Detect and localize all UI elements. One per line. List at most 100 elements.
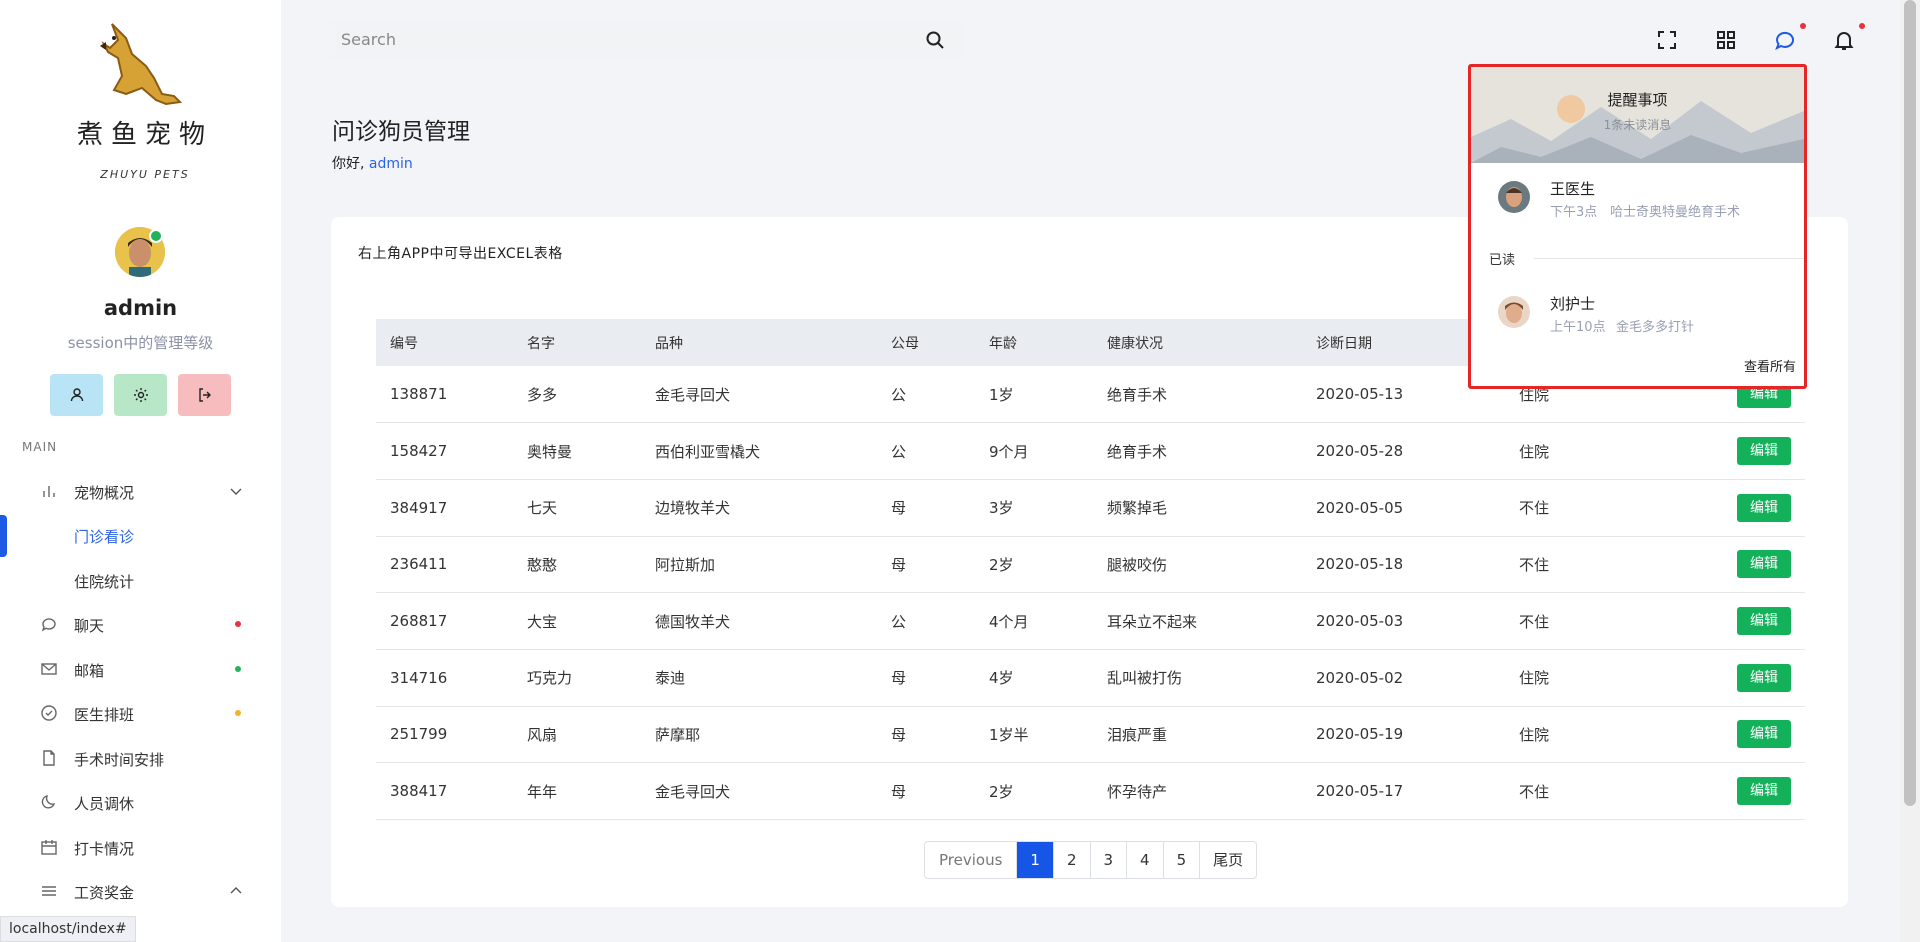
table-row: 158427 奥特曼 西伯利亚雪橇犬公 9个月 绝育手术 2020-05-28 住院 编辑 — [376, 422, 1805, 480]
edit-button[interactable]: 编辑 — [1737, 777, 1791, 806]
sidebar-item-salary[interactable]: 工资奖金 — [0, 871, 281, 911]
mountain-banner-icon — [1471, 67, 1804, 163]
bell-icon[interactable] — [1832, 28, 1856, 52]
table-action-cell: 编辑 — [1655, 706, 1805, 764]
table-action-cell: 编辑 — [1655, 592, 1805, 650]
table-cell: 频繁掉毛 — [1093, 479, 1302, 537]
pagination-page-5[interactable]: 5 — [1162, 842, 1200, 878]
sidebar-item-surgery-schedule[interactable]: 手术时间安排 — [0, 738, 281, 778]
notification-item[interactable]: 刘护士 上午10点 金毛多多打针 — [1471, 293, 1804, 343]
greeting-text: 你好, — [332, 156, 365, 172]
greeting-user[interactable]: admin — [369, 156, 413, 172]
sidebar-item-mail[interactable]: 邮箱 — [0, 649, 281, 689]
column-header: 名字 — [513, 319, 641, 366]
pagination-previous[interactable]: Previous — [925, 842, 1016, 878]
table-cell: 住院 — [1505, 422, 1655, 480]
sidebar-item-staff-leave[interactable]: 人员调休 — [0, 782, 281, 822]
avatar — [1498, 181, 1530, 213]
page-title: 问诊狗员管理 — [332, 119, 470, 145]
settings-button[interactable] — [114, 374, 167, 416]
table-cell: 边境牧羊犬 — [641, 479, 877, 537]
pagination-page-2[interactable]: 2 — [1052, 842, 1090, 878]
scrollbar[interactable] — [1900, 0, 1920, 942]
divider — [1534, 258, 1804, 259]
user-icon — [70, 388, 83, 402]
table-cell: 2020-05-05 — [1302, 479, 1505, 537]
apps-grid-icon[interactable] — [1714, 28, 1738, 52]
notification-item[interactable]: 王医生 下午3点 哈士奇奥特曼绝育手术 — [1471, 178, 1804, 228]
table-cell: 公 — [877, 592, 975, 650]
column-header: 健康状况 — [1093, 319, 1302, 366]
edit-button[interactable]: 编辑 — [1737, 663, 1791, 692]
active-indicator — [0, 515, 7, 557]
column-header: 公母 — [877, 319, 975, 366]
table-row: 384917 七天 边境牧羊犬母 3岁 频繁掉毛 2020-05-05 不住 编辑 — [376, 479, 1805, 537]
table-cell: 巧克力 — [513, 649, 641, 707]
sidebar-subitem-inpatient[interactable]: 住院统计 — [74, 571, 134, 592]
table-cell: 母 — [877, 479, 975, 537]
fullscreen-icon[interactable] — [1655, 28, 1679, 52]
table-cell: 公 — [877, 422, 975, 480]
table-action-cell: 编辑 — [1655, 536, 1805, 594]
sidebar-item-doctor-schedule[interactable]: 医生排班 — [0, 693, 281, 733]
search-icon[interactable] — [925, 30, 945, 50]
nav-section-label: MAIN — [22, 440, 58, 454]
table-cell: 耳朵立不起来 — [1093, 592, 1302, 650]
doctor-avatar-icon — [1498, 181, 1530, 213]
menu-lines-icon — [42, 886, 56, 896]
sidebar-item-attendance[interactable]: 打卡情况 — [0, 827, 281, 867]
pagination-last[interactable]: 尾页 — [1199, 842, 1256, 878]
edit-button[interactable]: 编辑 — [1737, 607, 1791, 636]
status-dot — [235, 621, 241, 627]
table-cell: 德国牧羊犬 — [641, 592, 877, 650]
messages-icon[interactable] — [1773, 28, 1797, 52]
search-bar — [329, 20, 963, 60]
notification-time: 下午3点 — [1550, 205, 1598, 220]
read-section-label: 已读 — [1489, 253, 1516, 268]
table-row: 314716 巧克力 泰迪母 4岁 乱叫被打伤 2020-05-02 住院 编辑 — [376, 649, 1805, 707]
table-cell: 1岁半 — [975, 706, 1093, 764]
table-cell: 泰迪 — [641, 649, 877, 707]
table-action-cell: 编辑 — [1655, 649, 1805, 707]
notifications-dropdown: 提醒事项 1条未读消息 王医生 下午3点 哈士奇奥特曼绝育手术 已读 刘护士 上… — [1468, 64, 1807, 389]
table-cell: 2020-05-28 — [1302, 422, 1505, 480]
table-cell: 金毛寻回犬 — [641, 762, 877, 820]
table-cell: 绝育手术 — [1093, 422, 1302, 480]
sidebar-item-label: 聊天 — [74, 617, 105, 635]
table-cell: 2020-05-02 — [1302, 649, 1505, 707]
edit-button[interactable]: 编辑 — [1737, 493, 1791, 522]
edit-button[interactable]: 编辑 — [1737, 437, 1791, 466]
notification-sender: 刘护士 — [1550, 295, 1596, 313]
table-cell: 多多 — [513, 366, 641, 424]
table-row: 251799 风扇 萨摩耶母 1岁半 泪痕严重 2020-05-19 住院 编辑 — [376, 706, 1805, 764]
sidebar-subitem-outpatient[interactable]: 门诊看诊 — [74, 526, 134, 547]
notifications-title: 提醒事项 — [1607, 91, 1668, 109]
column-header: 编号 — [376, 319, 513, 366]
table-cell: 母 — [877, 762, 975, 820]
table-cell: 住院 — [1505, 706, 1655, 764]
view-all-link[interactable]: 查看所有 — [1744, 356, 1796, 375]
pagination-page-4[interactable]: 4 — [1126, 842, 1163, 878]
sidebar-item-chat[interactable]: 聊天 — [0, 604, 281, 644]
logo[interactable]: 煮鱼宠物 ZHUYU PETS — [70, 18, 220, 188]
bar-chart-icon — [43, 486, 55, 497]
online-status-dot — [149, 229, 163, 243]
table-cell: 384917 — [376, 479, 513, 537]
search-input[interactable] — [341, 30, 901, 49]
table-cell: 2020-05-18 — [1302, 536, 1505, 594]
edit-button[interactable]: 编辑 — [1737, 720, 1791, 749]
notifications-header: 提醒事项 1条未读消息 — [1471, 67, 1804, 163]
sidebar-item-pet-overview[interactable]: 宠物概况 — [0, 471, 281, 511]
edit-button[interactable]: 编辑 — [1737, 550, 1791, 579]
check-circle-icon — [41, 705, 57, 721]
pagination-page-3[interactable]: 3 — [1089, 842, 1127, 878]
logout-button[interactable] — [178, 374, 231, 416]
table-cell: 2020-05-19 — [1302, 706, 1505, 764]
table-action-cell: 编辑 — [1655, 762, 1805, 820]
notifications-badge — [1859, 23, 1865, 29]
status-dot — [235, 710, 241, 716]
pagination-page-1[interactable]: 1 — [1016, 842, 1053, 878]
profile-button[interactable] — [50, 374, 103, 416]
table-cell: 不住 — [1505, 479, 1655, 537]
scrollbar-thumb[interactable] — [1904, 0, 1916, 806]
